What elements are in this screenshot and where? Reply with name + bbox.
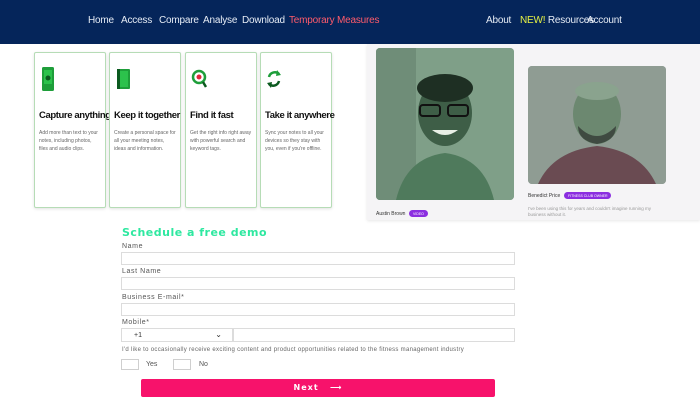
- nav-about[interactable]: About: [486, 15, 511, 26]
- testimonial-photo-benedict[interactable]: [528, 66, 666, 184]
- new-badge: NEW!: [520, 15, 546, 26]
- nav-download[interactable]: Download: [242, 15, 285, 26]
- testimonial-tag[interactable]: FITNESS CLUB OWNER: [564, 192, 612, 199]
- last-name-label: Last Name: [122, 268, 162, 275]
- testimonial-tag[interactable]: VIDEO: [409, 210, 428, 217]
- yes-label: Yes: [146, 361, 158, 368]
- testimonial-quote: I've been using this for years and could…: [528, 206, 652, 218]
- testimonial-photo-austin[interactable]: [376, 48, 514, 200]
- name-label: Name: [122, 243, 144, 250]
- next-button[interactable]: Next ⟶: [141, 379, 495, 397]
- top-navigation: Home Access Compare Analyse Download Tem…: [0, 0, 700, 44]
- name-field[interactable]: [121, 252, 515, 265]
- feature-description: Sync your notes to all your devices so t…: [265, 130, 324, 152]
- sync-arrows-icon: [266, 65, 282, 93]
- mobile-label: Mobile*: [122, 319, 150, 326]
- magnifier-icon: [191, 65, 208, 93]
- country-code-value: +1: [134, 332, 142, 339]
- nav-temporary-measures[interactable]: Temporary Measures: [289, 15, 380, 26]
- no-checkbox[interactable]: [173, 359, 191, 370]
- nav-compare[interactable]: Compare: [159, 15, 199, 26]
- phone-snapshot-icon: [40, 65, 56, 93]
- country-code-select[interactable]: +1 ⌄: [121, 328, 233, 342]
- feature-title: Find it fast: [190, 110, 234, 121]
- feature-description: Add more than text to your notes, includ…: [39, 130, 98, 152]
- chevron-down-icon: ⌄: [215, 330, 222, 339]
- email-label: Business E-mail*: [122, 294, 185, 301]
- mobile-field[interactable]: [233, 328, 515, 342]
- consent-text: I'd like to occasionally receive excitin…: [122, 347, 465, 353]
- next-button-label: Next: [293, 383, 319, 392]
- feature-card-together: Keep it together Create a personal space…: [109, 52, 181, 208]
- notebook-icon: [115, 65, 131, 93]
- form-title: Schedule a free demo: [122, 226, 268, 239]
- feature-description: Create a personal space for all your mee…: [114, 130, 176, 152]
- last-name-field[interactable]: [121, 277, 515, 290]
- nav-account[interactable]: Account: [587, 15, 622, 26]
- feature-description: Get the right info right away with power…: [190, 130, 252, 152]
- nav-resources[interactable]: NEW! Resources: [520, 15, 594, 26]
- feature-card-anywhere: Take it anywhere Sync your notes to all …: [260, 52, 335, 208]
- testimonial-name: Austin Brown: [376, 211, 406, 217]
- nav-analyse[interactable]: Analyse: [203, 15, 237, 26]
- arrow-right-icon: ⟶: [330, 383, 343, 392]
- nav-access[interactable]: Access: [121, 15, 152, 26]
- testimonial-name: Benedict Price: [528, 193, 561, 199]
- no-label: No: [199, 361, 208, 368]
- feature-card-find: Find it fast Get the right info right aw…: [185, 52, 257, 208]
- yes-checkbox[interactable]: [121, 359, 139, 370]
- feature-title: Keep it together: [114, 110, 180, 121]
- nav-home[interactable]: Home: [88, 15, 114, 26]
- feature-title: Take it anywhere: [265, 110, 335, 121]
- email-field[interactable]: [121, 303, 515, 316]
- feature-title: Capture anything: [39, 110, 111, 121]
- feature-card-capture: Capture anything Add more than text to y…: [34, 52, 111, 208]
